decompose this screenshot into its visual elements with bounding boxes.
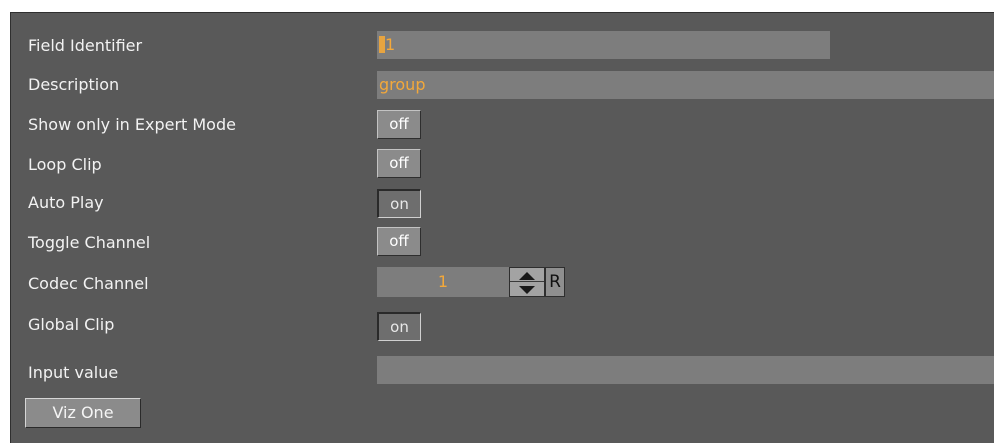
show-only-expert-toggle[interactable]: off [377,110,421,139]
text-caret [379,36,385,53]
auto-play-toggle[interactable]: on [377,189,421,218]
toggle-channel-label: Toggle Channel [28,233,151,252]
properties-panel: Field Identifier 1 Description group Sho… [10,12,994,443]
codec-channel-reset-button[interactable]: R [545,267,565,297]
loop-clip-toggle[interactable]: off [377,149,421,178]
field-identifier-input[interactable]: 1 [377,31,830,59]
input-value-field[interactable] [377,356,994,384]
arrow-up-icon [519,272,535,280]
field-identifier-value: 1 [385,35,396,54]
codec-channel-spinner [509,267,545,297]
spinner-up-button[interactable] [510,268,544,282]
description-value: group [379,75,426,94]
spinner-down-button[interactable] [510,282,544,296]
codec-channel-input[interactable]: 1 [377,267,509,297]
field-identifier-label: Field Identifier [28,36,143,55]
show-only-expert-label: Show only in Expert Mode [28,115,236,134]
global-clip-toggle[interactable]: on [377,312,421,341]
description-input[interactable]: group [377,71,994,99]
viz-one-button[interactable]: Viz One [25,398,141,428]
toggle-channel-toggle[interactable]: off [377,227,421,256]
arrow-down-icon [519,286,535,294]
description-label: Description [28,75,120,94]
auto-play-label: Auto Play [28,193,104,212]
global-clip-label: Global Clip [28,315,115,334]
codec-channel-label: Codec Channel [28,274,149,293]
input-value-label: Input value [28,363,119,382]
loop-clip-label: Loop Clip [28,155,102,174]
